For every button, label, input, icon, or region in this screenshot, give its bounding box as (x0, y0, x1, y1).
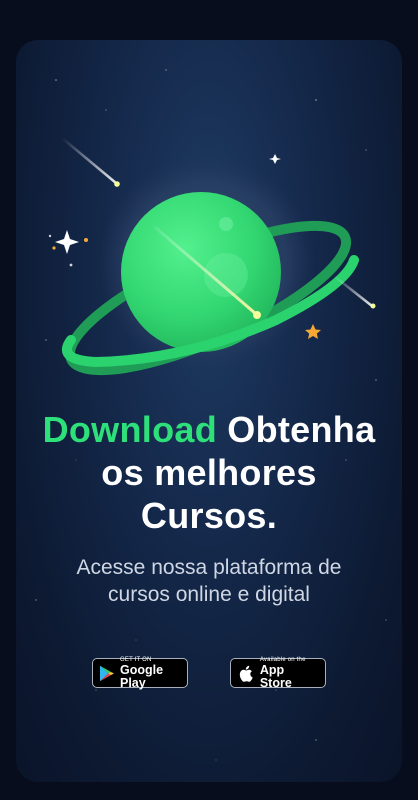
app-store-button[interactable]: Available on the App Store (230, 657, 326, 690)
sparkle-white (55, 230, 79, 254)
star-top (269, 154, 281, 164)
google-play-icon (99, 664, 115, 682)
comet-top-left (60, 136, 118, 185)
onboarding-card: Download Obtenha os melhores Cursos. Ace… (16, 40, 402, 782)
subtitle: Acesse nossa plataforma de cursos online… (16, 554, 402, 608)
subtitle-line1: Acesse nossa plataforma de (76, 556, 342, 579)
star-orange (305, 324, 321, 339)
headline-line1: Obtenha (227, 409, 376, 450)
headline: Download Obtenha os melhores Cursos. (16, 408, 402, 537)
headline-line2: os melhores (101, 452, 317, 493)
headline-line3: Cursos. (140, 495, 278, 536)
store-badges: GET IT ON Google Play Available on the A… (16, 657, 402, 690)
comet-right (332, 274, 374, 308)
planet-illustration (48, 136, 376, 376)
apple-icon (237, 664, 255, 682)
subtitle-line2: cursos online e digital (108, 583, 310, 606)
google-badge-big: Google Play (120, 663, 164, 690)
google-play-button[interactable]: GET IT ON Google Play (92, 657, 188, 690)
apple-badge-big: App Store (259, 663, 292, 690)
headline-accent: Download (42, 409, 217, 450)
